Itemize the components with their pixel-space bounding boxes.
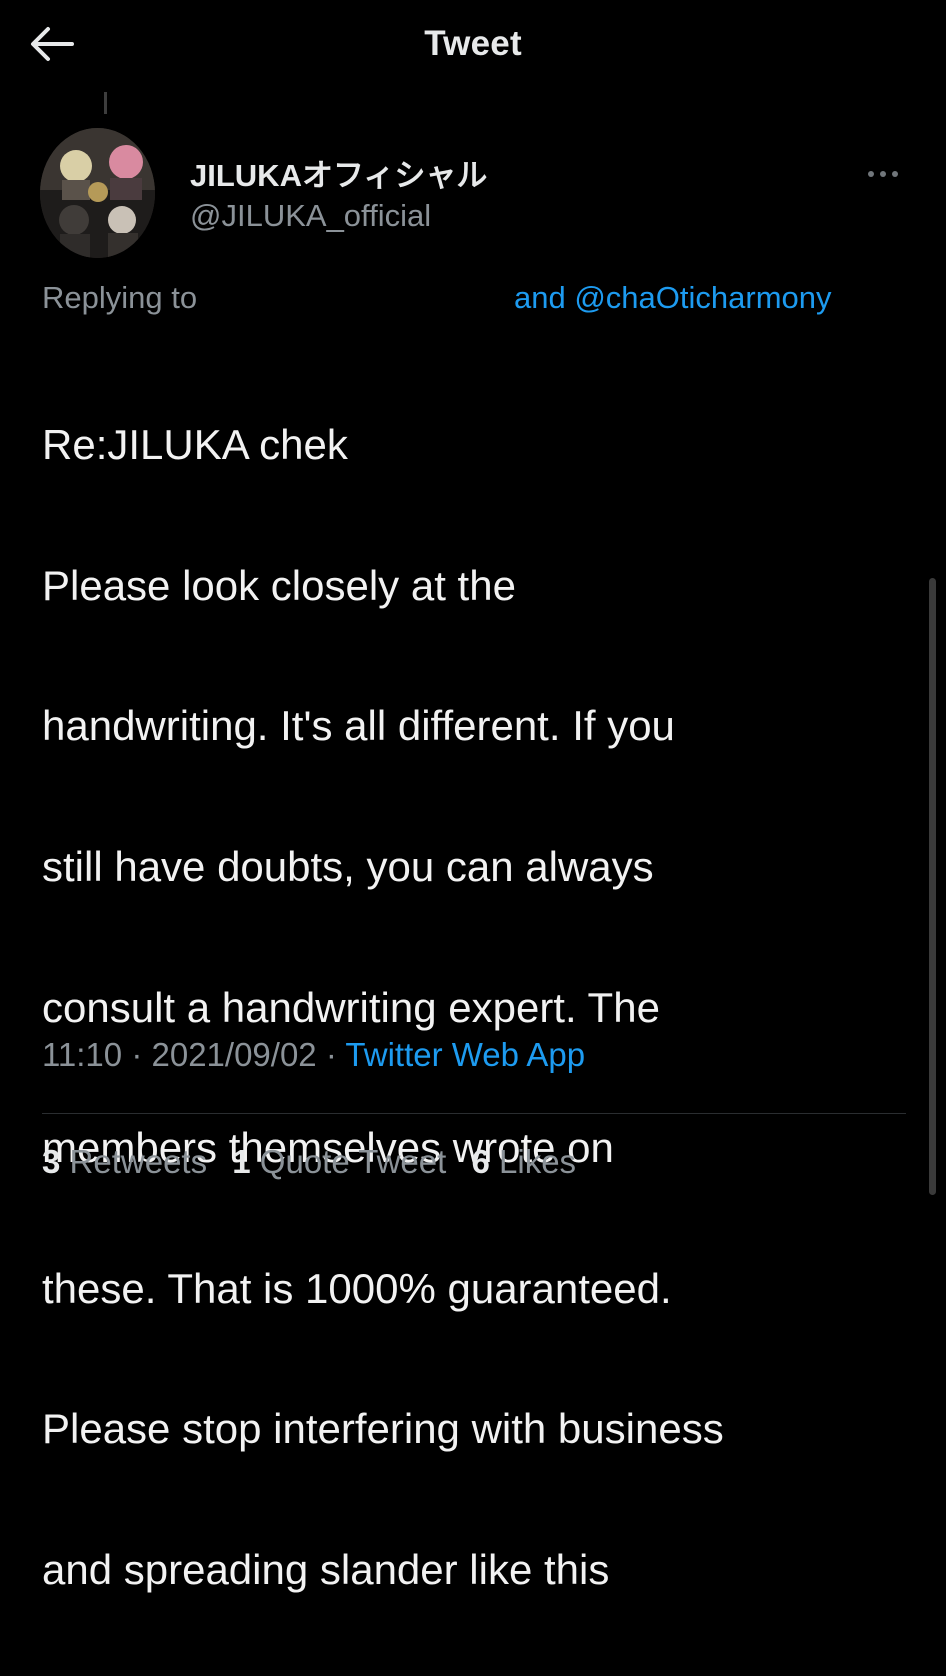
tweet-time: 11:10 [42, 1036, 123, 1073]
scrollbar[interactable] [929, 578, 936, 1195]
tweet-text-line: Re:JILUKA chek [42, 421, 348, 469]
replying-to-label: Replying to [42, 280, 198, 315]
engagement-stats: 3 Retweets 1 Quote Tweet 6 Likes [42, 1143, 592, 1181]
retweets-stat[interactable]: 3 Retweets [42, 1143, 207, 1180]
quote-tweets-label: Quote Tweet [259, 1143, 447, 1180]
avatar[interactable] [40, 128, 155, 258]
tweet-text: Re:JILUKA chek Please look closely at th… [42, 340, 922, 1676]
tweet-text-line: these. That is 1000% guaranteed. [42, 1264, 672, 1312]
tweet-meta: 11:10 · 2021/09/02 · Twitter Web App [42, 1036, 585, 1074]
likes-count: 6 [471, 1143, 490, 1180]
retweets-count: 3 [42, 1143, 61, 1180]
tweet-text-line: Please look closely at the [42, 561, 516, 609]
meta-separator: · [325, 1036, 337, 1073]
tweet-text-line: handwriting. It's all different. If you [42, 702, 675, 750]
replying-to-mention-link[interactable]: and @chaOticharmony [514, 280, 832, 316]
quote-tweets-stat[interactable]: 1 Quote Tweet [232, 1143, 446, 1180]
tweet-source-link[interactable]: Twitter Web App [345, 1036, 585, 1073]
page-title: Tweet [424, 24, 522, 63]
top-bar: Tweet [0, 0, 946, 90]
tweet-date: 2021/09/02 [151, 1036, 317, 1073]
thread-connector-line [104, 92, 107, 114]
more-horizontal-icon [868, 171, 898, 177]
tweet-text-line: consult a handwriting expert. The [42, 983, 660, 1031]
likes-stat[interactable]: 6 Likes [471, 1143, 576, 1180]
meta-separator: · [131, 1036, 143, 1073]
retweets-label: Retweets [69, 1143, 208, 1180]
divider [42, 1113, 906, 1114]
author-handle[interactable]: @JILUKA_official [190, 198, 431, 234]
author-display-name[interactable]: JILUKAオフィシャル [190, 150, 487, 195]
tweet-text-line: Please stop interfering with business [42, 1405, 724, 1453]
redacted-mentions [234, 282, 506, 322]
tweet-text-line: still have doubts, you can always [42, 843, 654, 891]
likes-label: Likes [499, 1143, 577, 1180]
tweet-text-line: and spreading slander like this [42, 1546, 610, 1594]
quote-tweets-count: 1 [232, 1143, 251, 1180]
more-options-button[interactable] [858, 160, 908, 188]
